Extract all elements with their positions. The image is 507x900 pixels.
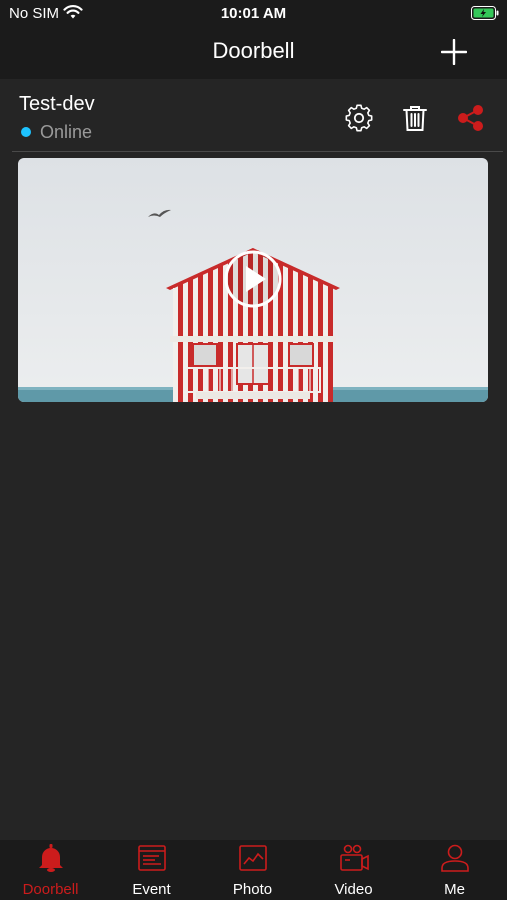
bell-icon xyxy=(36,843,66,873)
battery-icon xyxy=(471,6,499,24)
tab-doorbell[interactable]: Doorbell xyxy=(0,840,101,900)
tab-bar: Doorbell Event Photo Video Me xyxy=(0,840,507,900)
share-icon[interactable] xyxy=(456,103,486,133)
tab-photo[interactable]: Photo xyxy=(202,840,303,900)
trash-icon[interactable] xyxy=(400,103,430,133)
plus-icon[interactable] xyxy=(440,38,468,66)
device-name: Test-dev xyxy=(19,93,95,115)
navigation-bar: Doorbell xyxy=(0,28,507,79)
tab-me[interactable]: Me xyxy=(404,840,505,900)
status-bar: No SIM 10:01 AM xyxy=(0,0,507,28)
page-title: Doorbell xyxy=(212,38,295,63)
device-status: Online xyxy=(40,122,93,142)
online-status-dot xyxy=(21,127,31,137)
photo-icon xyxy=(238,843,268,873)
tab-video-label: Video xyxy=(334,881,373,898)
camera-preview-thumbnail[interactable] xyxy=(18,158,488,402)
gear-icon[interactable] xyxy=(344,103,374,133)
tab-event[interactable]: Event xyxy=(101,840,202,900)
event-list-icon xyxy=(137,843,167,873)
divider xyxy=(12,151,503,152)
user-icon xyxy=(440,843,470,873)
tab-photo-label: Photo xyxy=(232,881,273,898)
device-card-header: Test-dev Online xyxy=(0,79,507,151)
tab-event-label: Event xyxy=(132,881,171,898)
video-camera-icon xyxy=(339,843,369,873)
clock: 10:01 AM xyxy=(220,5,287,22)
play-icon[interactable] xyxy=(223,249,283,309)
tab-doorbell-label: Doorbell xyxy=(22,881,79,898)
tab-video[interactable]: Video xyxy=(303,840,404,900)
tab-me-label: Me xyxy=(444,881,465,898)
